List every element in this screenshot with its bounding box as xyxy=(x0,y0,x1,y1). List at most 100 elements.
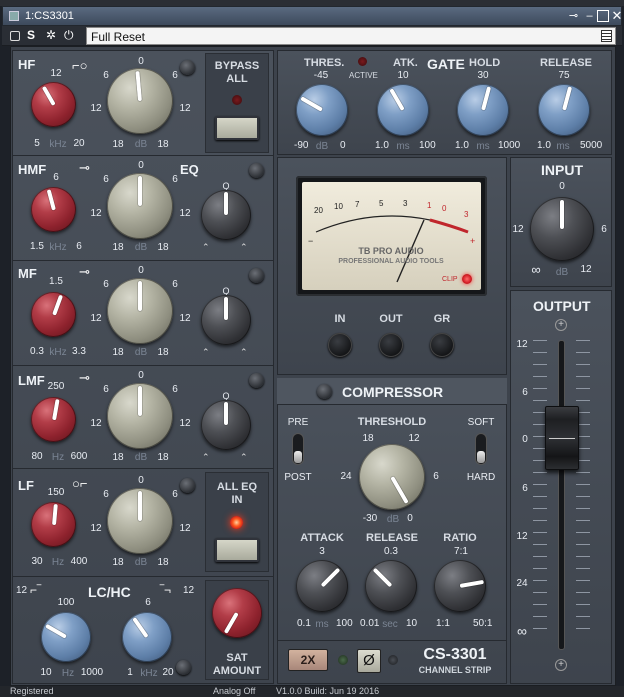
preset-field[interactable]: Full Reset xyxy=(86,27,616,45)
hf-gain-knob[interactable] xyxy=(107,68,173,134)
lmf-gain-tick: 6 xyxy=(172,384,178,395)
hf-shelf-icon: ⌐○ xyxy=(72,58,88,73)
mf-gain-knob[interactable] xyxy=(107,278,173,344)
sat-amount-knob[interactable] xyxy=(212,588,262,638)
lchc-title: LC/HC xyxy=(88,584,131,600)
hmf-freq-knob[interactable] xyxy=(31,187,76,232)
lmf-q-knob[interactable] xyxy=(201,400,251,450)
comp-threshold-knob[interactable] xyxy=(359,444,425,510)
output-up-icon: + xyxy=(555,319,567,331)
comp-knee-switch[interactable] xyxy=(475,433,487,465)
lmf-freq-knob[interactable] xyxy=(31,397,76,442)
lc-freq-knob[interactable] xyxy=(41,612,91,662)
comp-pre-label: PRE xyxy=(287,417,309,428)
input-tick: 0 xyxy=(559,181,565,192)
lf-gain-knob[interactable] xyxy=(107,488,173,554)
vu-scale: 7 xyxy=(355,200,360,209)
hf-enable-button[interactable] xyxy=(180,60,195,75)
hc-freq-knob[interactable] xyxy=(122,612,172,662)
bottom-separator xyxy=(277,640,507,641)
compressor-enable-button[interactable] xyxy=(317,384,332,399)
bypass-all-button[interactable] xyxy=(215,116,259,140)
lf-gain-tick: 18 xyxy=(112,557,124,568)
mf-gain-tick: 18 xyxy=(112,347,124,358)
s-icon[interactable]: S xyxy=(27,28,35,42)
output-scale: 12 xyxy=(516,531,528,542)
mf-gain-tick: 12 xyxy=(179,313,191,324)
meter-in-button[interactable] xyxy=(328,333,352,357)
lmf-gain-knob[interactable] xyxy=(107,383,173,449)
comp-attack-max: 100 xyxy=(336,618,353,629)
lmf-enable-button[interactable] xyxy=(249,373,264,388)
hmf-gain-knob[interactable] xyxy=(107,173,173,239)
hmf-q-narrow-icon: ⌃ xyxy=(240,242,248,252)
mf-gain-tick: 18 xyxy=(157,347,169,358)
lf-freq-unit: Hz xyxy=(51,557,65,568)
mf-gain-unit: dB xyxy=(134,347,148,358)
comp-threshold-label: THRESHOLD xyxy=(357,416,427,428)
meter-in-label: IN xyxy=(334,313,346,325)
clip-led xyxy=(462,274,472,284)
input-tick: ∞ xyxy=(531,262,541,277)
comp-release-knob[interactable] xyxy=(365,560,417,612)
lf-freq-tick-min: 30 xyxy=(31,556,43,567)
input-unit: dB xyxy=(555,267,569,278)
gate-thres-min: -90 xyxy=(294,140,309,151)
mf-gain-tick: 6 xyxy=(172,279,178,290)
status-version: V1.0.0 Build: Jun 19 2016 xyxy=(276,686,380,696)
lf-enable-button[interactable] xyxy=(180,478,195,493)
comp-attack-unit: ms xyxy=(315,619,329,630)
comp-threshold-tick: 12 xyxy=(408,433,420,444)
status-registered: Registered xyxy=(10,686,54,696)
gear-icon[interactable]: ✲ xyxy=(46,28,56,42)
preset-list-icon[interactable] xyxy=(601,30,612,42)
output-fader-cap[interactable] xyxy=(545,406,579,470)
gate-atk-label: ATK. xyxy=(393,57,418,69)
minimize-icon[interactable]: – xyxy=(583,10,596,23)
input-gain-knob[interactable] xyxy=(530,197,594,261)
mf-freq-knob[interactable] xyxy=(31,292,76,337)
comp-attack-knob[interactable] xyxy=(296,560,348,612)
comp-pre-post-switch[interactable] xyxy=(292,433,304,465)
all-eq-in-button[interactable] xyxy=(215,538,259,562)
gate-thres-unit: dB xyxy=(315,141,329,152)
meter-out-button[interactable] xyxy=(379,333,403,357)
gate-release-knob[interactable] xyxy=(538,84,590,136)
hf-gain-tick: 6 xyxy=(172,70,178,81)
hmf-enable-button[interactable] xyxy=(249,163,264,178)
lf-freq-knob[interactable] xyxy=(31,502,76,547)
close-icon[interactable]: ✕ xyxy=(611,9,623,23)
gate-hold-knob[interactable] xyxy=(457,84,509,136)
power-icon[interactable]: ⏻ xyxy=(64,28,74,43)
maximize-icon[interactable] xyxy=(597,10,609,22)
gate-attack-knob[interactable] xyxy=(377,84,429,136)
lf-gain-tick: 6 xyxy=(103,489,109,500)
hmf-q-knob[interactable] xyxy=(201,190,251,240)
gate-release-label: RELEASE xyxy=(540,57,592,69)
hmf-freq-tick-max: 6 xyxy=(76,241,82,252)
mf-freq-tick-top: 1.5 xyxy=(49,276,63,287)
mf-q-knob[interactable] xyxy=(201,295,251,345)
vu-minus: − xyxy=(308,236,314,246)
hf-freq-knob[interactable] xyxy=(31,82,76,127)
gate-threshold-knob[interactable] xyxy=(296,84,348,136)
hmf-gain-unit: dB xyxy=(134,242,148,253)
switch-icon[interactable] xyxy=(10,31,20,41)
eq-separator xyxy=(12,576,274,577)
lmf-freq-tick-min: 80 xyxy=(31,451,43,462)
pin-icon[interactable]: ⊸ xyxy=(567,10,580,23)
mf-enable-button[interactable] xyxy=(249,268,264,283)
lf-gain-tick: 12 xyxy=(179,523,191,534)
oversample-button[interactable]: 2X xyxy=(288,649,328,671)
hf-gain-tick: 0 xyxy=(138,56,144,67)
phase-button[interactable]: Ø xyxy=(357,649,381,673)
comp-threshold-tick: -30 xyxy=(362,513,378,524)
hmf-gain-tick: 12 xyxy=(179,208,191,219)
eq-separator xyxy=(12,365,274,366)
lchc-enable-button[interactable] xyxy=(176,660,191,675)
comp-ratio-knob[interactable] xyxy=(434,560,486,612)
all-eq-label-2: IN xyxy=(231,494,243,506)
meter-gr-button[interactable] xyxy=(430,333,454,357)
lmf-q-wide-icon: ⌃ xyxy=(202,452,210,462)
preset-name: Full Reset xyxy=(91,30,146,44)
